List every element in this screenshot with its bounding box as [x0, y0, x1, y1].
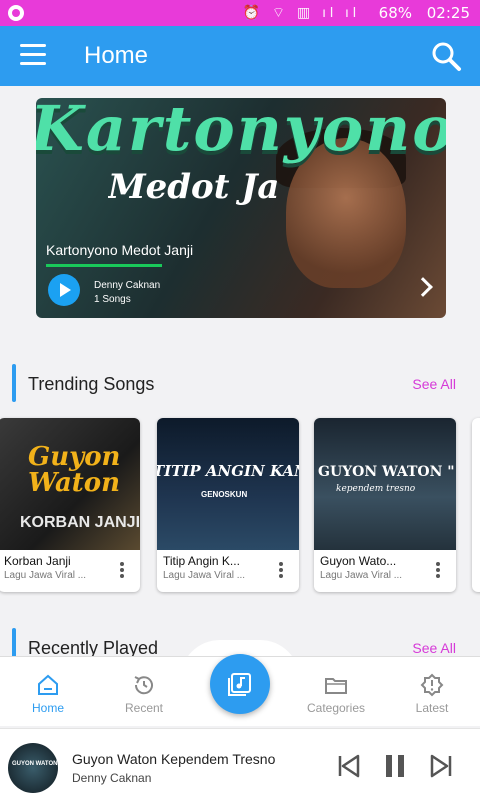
page-title: Home	[84, 42, 149, 69]
status-bar: ⏰ ⌔ ▥ ıl ıl 68% 02:25	[0, 0, 480, 26]
alert-icon	[420, 673, 444, 697]
mini-player[interactable]: GUYON WATON Guyon Waton Kependem Tresno …	[0, 728, 480, 800]
folder-icon	[325, 678, 347, 694]
card-subtitle: Lagu Jawa Viral ...	[163, 570, 246, 581]
banner-artist: Denny Caknan	[94, 280, 161, 291]
song-thumbnail: TITIP ANGIN KANGEN GENOSKUN	[157, 418, 299, 550]
nav-categories[interactable]: Categories	[288, 657, 384, 727]
chevron-right-icon[interactable]	[413, 277, 433, 297]
song-thumbnail: GUYON WATON " kependem tresno	[314, 418, 456, 550]
menu-icon[interactable]	[20, 44, 46, 68]
player-artist: Denny Caknan	[72, 771, 152, 785]
song-thumbnail: Guyon Waton KORBAN JANJI	[0, 418, 140, 550]
svg-text:Medot Janji: Medot Janji	[108, 167, 278, 207]
nav-recent[interactable]: Recent	[96, 657, 192, 727]
pause-icon[interactable]	[382, 753, 408, 779]
nav-label: Categories	[306, 701, 366, 715]
player-title: Guyon Waton Kependem Tresno	[72, 751, 276, 767]
banner-title: Kartonyono Medot Janji	[46, 242, 194, 258]
section-accent-bar	[12, 364, 16, 402]
nav-label: Recent	[124, 701, 164, 715]
status-icons: ⏰ ⌔ ▥ ıl ıl	[242, 4, 360, 20]
nav-home[interactable]: Home	[0, 657, 96, 727]
home-icon	[38, 674, 58, 695]
section-title: Trending Songs	[28, 374, 155, 394]
card-title: Korban Janji	[4, 554, 71, 568]
play-button[interactable]	[48, 274, 80, 306]
more-vert-icon[interactable]	[120, 562, 124, 578]
song-card[interactable]: GUYON WATON " kependem tresno Guyon Wato…	[314, 418, 456, 592]
music-library-icon	[228, 673, 251, 696]
more-vert-icon[interactable]	[279, 562, 283, 578]
banner-progress	[46, 264, 162, 267]
see-all-link[interactable]: See All	[412, 376, 456, 392]
see-all-link[interactable]: See All	[412, 640, 456, 656]
song-card-partial[interactable]	[472, 418, 480, 592]
nav-label: Latest	[415, 701, 449, 715]
library-fab[interactable]	[210, 654, 270, 714]
app-bar: Home	[0, 26, 480, 86]
search-icon[interactable]	[430, 40, 462, 72]
nav-label: Home	[31, 701, 64, 715]
banner-script-art: Medot Janji	[108, 167, 278, 207]
trending-header: Trending Songs See All	[0, 364, 480, 404]
more-vert-icon[interactable]	[436, 562, 440, 578]
clock: 02:25	[426, 4, 470, 22]
battery-level: 68%	[378, 4, 412, 22]
card-subtitle: Lagu Jawa Viral ...	[320, 570, 403, 581]
card-title: Guyon Wato...	[320, 554, 397, 568]
skip-next-icon[interactable]	[428, 753, 454, 779]
featured-banner[interactable]: Kartonyono Medot Janji Kartonyono Medot …	[36, 98, 446, 318]
song-card[interactable]: TITIP ANGIN KANGEN GENOSKUN Titip Angin …	[157, 418, 299, 592]
notification-icon	[8, 5, 24, 21]
banner-logo-art: Kartonyono	[36, 98, 446, 165]
player-album-art: GUYON WATON	[8, 743, 58, 793]
history-icon	[134, 676, 153, 695]
trending-list: Guyon Waton KORBAN JANJI Korban Janji Lag…	[0, 418, 480, 594]
banner-song-count: 1 Songs	[94, 294, 131, 305]
card-title: Titip Angin K...	[163, 554, 240, 568]
card-subtitle: Lagu Jawa Viral ...	[4, 570, 87, 581]
song-card[interactable]: Guyon Waton KORBAN JANJI Korban Janji Lag…	[0, 418, 140, 592]
nav-latest[interactable]: Latest	[384, 657, 480, 727]
skip-previous-icon[interactable]	[336, 753, 362, 779]
